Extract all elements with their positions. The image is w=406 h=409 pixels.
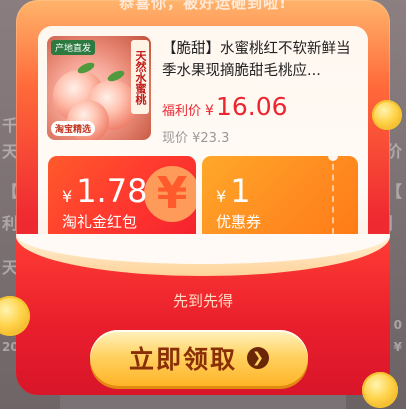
red-packet-coupon[interactable]: ¥ ¥ 1.78 淘礼金红包 [48,156,196,242]
coupon-label: 淘礼金红包 [62,213,138,231]
selected-badge: 淘宝精选 [51,121,96,136]
yuan-icon: ¥ [144,166,196,222]
discount-coupon[interactable]: ¥ 1 优惠券 [202,156,358,242]
chevron-right-icon: ❯ [247,347,269,369]
price-currency: ¥ [205,103,214,119]
coupon-currency: ¥ [62,187,73,206]
bg-text: 0 [393,318,402,332]
congrats-text: 恭喜你，被好运砸到啦! [119,0,287,12]
product-card[interactable]: 产地直发 天然水蜜桃 淘宝精选 【脆甜】水蜜桃红不软新鲜当季水果现摘脆甜毛桃应.… [38,26,368,254]
coin-icon [372,100,402,130]
price-row: 福利价 ¥ 16.06 [162,92,288,121]
original-price: 现价 ¥23.3 [162,131,230,146]
claim-now-button[interactable]: 立即领取 ❯ [90,330,308,386]
price-label: 福利价 [162,104,202,119]
perforation-line [332,164,334,234]
coupon-currency: ¥ [216,187,227,206]
image-side-label: 天然水蜜桃 [131,40,149,114]
product-title: 【脆甜】水蜜桃红不软新鲜当季水果现摘脆甜毛桃应... [162,41,351,79]
coupon-amount-row: ¥ 1 [216,172,251,210]
coin-icon [362,372,398,408]
coupon-amount: 1 [230,172,251,210]
coupon-amount-row: ¥ 1.78 [62,172,147,210]
claim-button-label: 立即领取 [128,345,237,374]
congrats-header: 恭喜你，被好运砸到啦! [16,0,390,20]
price-value: 16.06 [215,92,288,121]
coupon-label: 优惠券 [216,213,262,231]
first-come-subtitle: 先到先得 [172,292,233,310]
bg-text: ¥ [393,340,402,354]
origin-tag: 产地直发 [51,40,96,55]
coupon-amount: 1.78 [76,172,148,210]
product-image[interactable]: 产地直发 天然水蜜桃 淘宝精选 [47,36,151,140]
ticket-notch [328,156,338,161]
